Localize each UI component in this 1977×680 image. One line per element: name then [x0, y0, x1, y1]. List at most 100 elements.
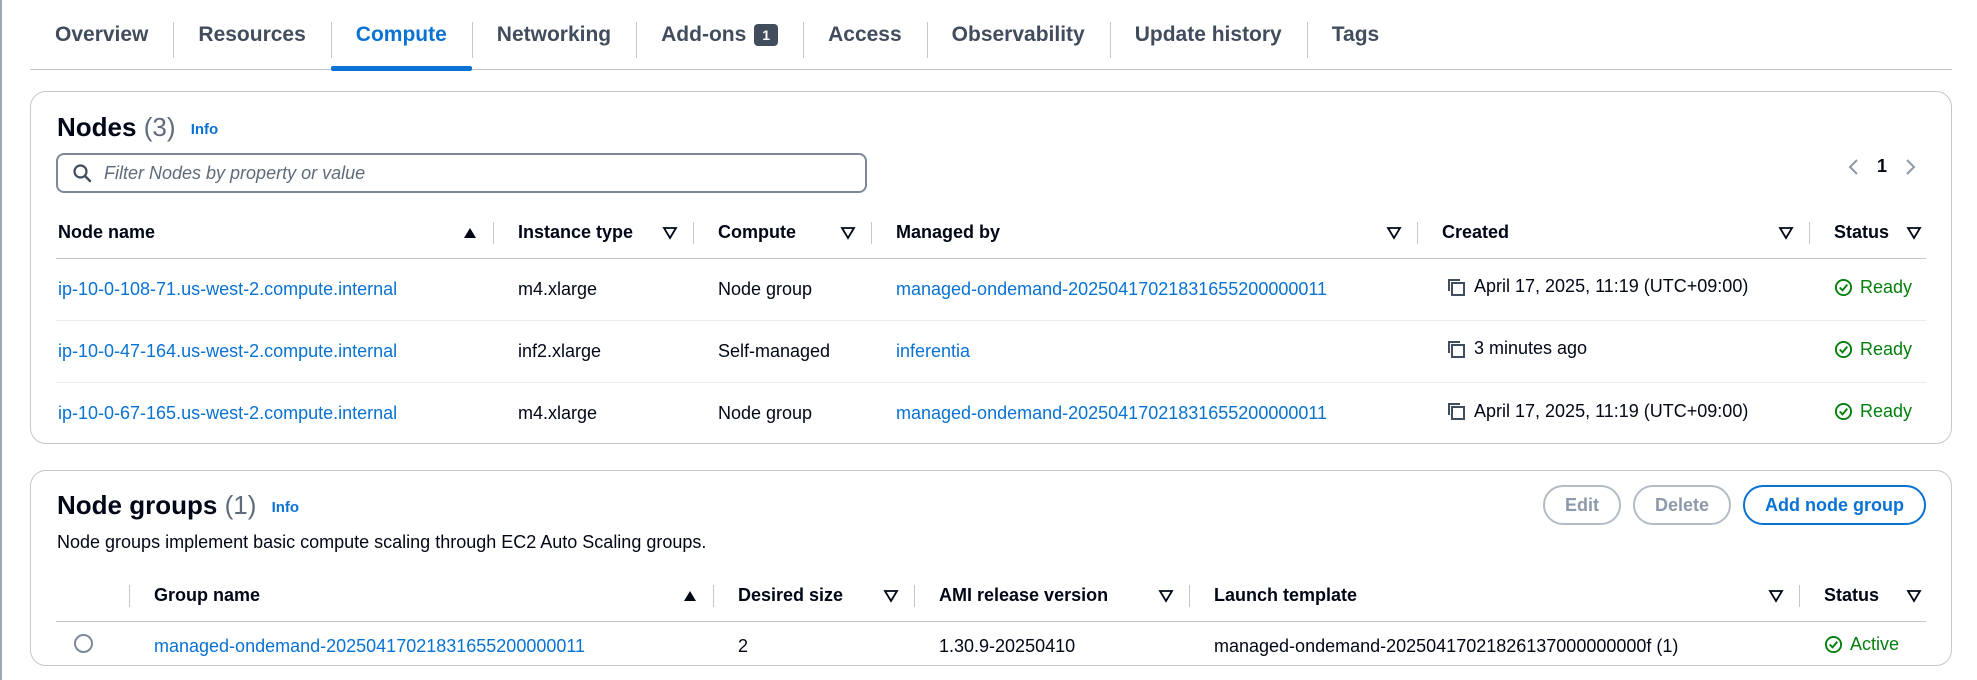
- tab-bar: Overview Resources Compute Networking Ad…: [30, 0, 1952, 71]
- launch-template-cell: managed-ondemand-20250417021826137000000…: [1214, 635, 1679, 656]
- column-header-node-name[interactable]: Node name: [56, 208, 494, 259]
- managed-by-link[interactable]: managed-ondemand-20250417021831655200000…: [896, 279, 1327, 299]
- tab-label: Networking: [496, 22, 612, 46]
- check-circle-icon: [1834, 402, 1853, 420]
- table-row: ip-10-0-47-164.us-west-2.compute.interna…: [56, 320, 1926, 383]
- nodes-header: Nodes (3) Info: [57, 112, 218, 143]
- nodes-table: Node name Instance type Compute Managed …: [56, 208, 1926, 444]
- sort-descending-icon: [883, 590, 899, 603]
- column-header-group-name[interactable]: Group name: [130, 571, 714, 622]
- compute-cell: Node group: [694, 258, 872, 321]
- compute-cell: Self-managed: [694, 320, 872, 383]
- edit-button[interactable]: Edit: [1542, 485, 1621, 525]
- column-header-created[interactable]: Created: [1418, 208, 1810, 259]
- status-badge: Ready: [1834, 401, 1912, 422]
- copy-icon[interactable]: [1446, 401, 1466, 421]
- tab-overview[interactable]: Overview: [30, 0, 173, 70]
- nodes-filter-input[interactable]: [104, 162, 844, 184]
- group-name-link[interactable]: managed-ondemand-20250417021831655200000…: [154, 636, 585, 656]
- nodes-table-header: Node name Instance type Compute Managed …: [56, 208, 1926, 259]
- column-header-ami-release-version[interactable]: AMI release version: [915, 571, 1190, 622]
- add-ons-count-badge: 1: [754, 23, 779, 46]
- delete-button[interactable]: Delete: [1632, 485, 1732, 525]
- add-node-group-button[interactable]: Add node group: [1743, 485, 1926, 525]
- node-groups-actions: Edit Delete Add node group: [1542, 485, 1926, 525]
- nodes-pagination: 1: [1845, 156, 1919, 177]
- column-header-status[interactable]: Status: [1810, 208, 1926, 259]
- tab-observability[interactable]: Observability: [926, 0, 1110, 70]
- tab-update-history[interactable]: Update history: [1109, 0, 1307, 70]
- tab-label: Update history: [1134, 22, 1282, 46]
- node-groups-table-header: Group name Desired size AMI release vers…: [56, 571, 1926, 622]
- created-cell: April 17, 2025, 11:19 (UTC+09:00): [1446, 401, 1748, 422]
- nodes-container: Nodes (3) Info 1 Node name Instance type…: [30, 91, 1952, 444]
- ami-release-version-cell: 1.30.9-20250410: [939, 635, 1076, 656]
- instance-type-cell: inf2.xlarge: [494, 320, 694, 383]
- nodes-count: (3): [143, 112, 176, 142]
- column-header-managed-by[interactable]: Managed by: [872, 208, 1418, 259]
- node-groups-header: Node groups (1) Info: [57, 490, 299, 521]
- current-page-number[interactable]: 1: [1877, 156, 1887, 177]
- node-name-link[interactable]: ip-10-0-67-165.us-west-2.compute.interna…: [58, 403, 397, 423]
- chevron-right-icon[interactable]: [1901, 158, 1919, 176]
- tab-label: Compute: [355, 22, 447, 46]
- nodes-filter[interactable]: [56, 153, 867, 193]
- tab-tags[interactable]: Tags: [1306, 0, 1404, 70]
- copy-icon[interactable]: [1446, 277, 1466, 297]
- tab-label: Add-ons: [661, 22, 747, 46]
- node-groups-table: Group name Desired size AMI release vers…: [56, 571, 1926, 671]
- table-row: ip-10-0-108-71.us-west-2.compute.interna…: [56, 258, 1926, 321]
- sort-descending-icon: [1906, 590, 1922, 603]
- chevron-left-icon[interactable]: [1845, 158, 1863, 176]
- column-header-status[interactable]: Status: [1800, 571, 1926, 622]
- row-select-radio[interactable]: [74, 634, 93, 654]
- compute-cell: Node group: [718, 402, 813, 423]
- managed-by-link[interactable]: inferentia: [896, 341, 970, 361]
- sort-descending-icon: [1386, 227, 1402, 240]
- instance-type-cell: m4.xlarge: [518, 402, 598, 423]
- sort-ascending-icon: [684, 591, 696, 601]
- search-icon: [73, 164, 92, 183]
- check-circle-icon: [1834, 340, 1853, 358]
- tab-label: Access: [828, 22, 902, 46]
- left-edge-rule: [0, 0, 2, 680]
- tab-access[interactable]: Access: [803, 0, 927, 70]
- instance-type-cell: m4.xlarge: [494, 258, 694, 321]
- tab-label: Observability: [951, 22, 1085, 46]
- column-header-instance-type[interactable]: Instance type: [494, 208, 694, 259]
- node-name-link[interactable]: ip-10-0-108-71.us-west-2.compute.interna…: [58, 279, 397, 299]
- tab-networking[interactable]: Networking: [471, 0, 636, 70]
- tab-compute[interactable]: Compute: [330, 0, 472, 71]
- status-badge: Ready: [1834, 277, 1912, 298]
- status-text: Ready: [1860, 338, 1913, 359]
- copy-icon[interactable]: [1446, 339, 1466, 359]
- column-header-launch-template[interactable]: Launch template: [1190, 571, 1800, 622]
- created-value: April 17, 2025, 11:19 (UTC+09:00): [1474, 400, 1749, 421]
- node-name-link[interactable]: ip-10-0-47-164.us-west-2.compute.interna…: [58, 341, 397, 361]
- status-badge: Active: [1824, 634, 1899, 655]
- sort-descending-icon: [1778, 227, 1794, 240]
- column-header-compute[interactable]: Compute: [694, 208, 872, 259]
- desired-size-cell: 2: [738, 635, 749, 656]
- node-groups-description: Node groups implement basic compute scal…: [57, 532, 707, 552]
- nodes-info-link[interactable]: Info: [191, 121, 219, 138]
- sort-descending-icon: [1158, 590, 1174, 603]
- table-row: ip-10-0-67-165.us-west-2.compute.interna…: [56, 382, 1926, 444]
- nodes-title: Nodes: [57, 112, 137, 142]
- node-groups-info-link[interactable]: Info: [272, 499, 300, 516]
- tab-add-ons[interactable]: Add-ons 1: [636, 0, 803, 70]
- node-groups-count: (1): [224, 490, 257, 520]
- node-groups-title: Node groups: [57, 490, 218, 520]
- sort-descending-icon: [662, 227, 678, 240]
- created-value: 3 minutes ago: [1474, 338, 1588, 359]
- created-cell: 3 minutes ago: [1446, 338, 1587, 359]
- sort-descending-icon: [1906, 227, 1922, 240]
- check-circle-icon: [1834, 278, 1853, 296]
- tab-resources[interactable]: Resources: [173, 0, 330, 70]
- created-cell: April 17, 2025, 11:19 (UTC+09:00): [1446, 276, 1748, 297]
- managed-by-link[interactable]: managed-ondemand-20250417021831655200000…: [896, 403, 1327, 423]
- status-text: Ready: [1860, 276, 1913, 297]
- column-header-desired-size[interactable]: Desired size: [714, 571, 915, 622]
- check-circle-icon: [1824, 635, 1843, 653]
- status-text: Active: [1850, 633, 1900, 654]
